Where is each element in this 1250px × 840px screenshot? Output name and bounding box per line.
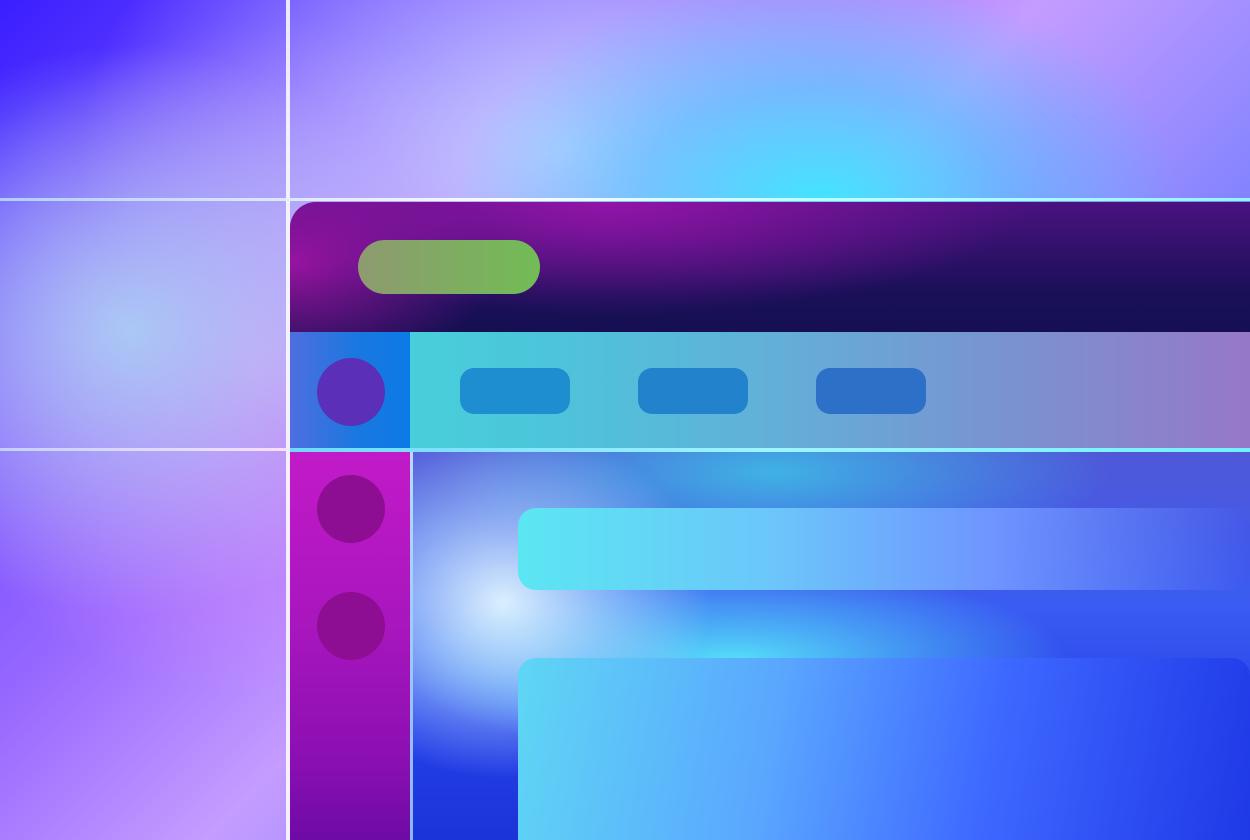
abstract-ui-illustration xyxy=(0,0,1250,840)
toolbar-tab-2[interactable] xyxy=(638,368,748,414)
sidebar-item-1-circle-icon[interactable] xyxy=(317,475,385,543)
sidebar-item-2-circle-icon[interactable] xyxy=(317,592,385,660)
window-toolbar xyxy=(290,332,1250,448)
horizontal-divider-line-top xyxy=(0,198,1250,201)
toolbar-rail xyxy=(290,332,410,448)
toolbar-tab-3[interactable] xyxy=(816,368,926,414)
header-title-pill[interactable] xyxy=(358,240,540,294)
content-card-2[interactable] xyxy=(518,658,1250,840)
content-card-1[interactable] xyxy=(518,508,1250,590)
sidebar xyxy=(290,452,410,840)
content-area xyxy=(413,452,1250,840)
toolbar-tab-1[interactable] xyxy=(460,368,570,414)
app-window-mockup xyxy=(290,202,1250,840)
avatar-icon[interactable] xyxy=(317,358,385,426)
window-header xyxy=(290,202,1250,332)
